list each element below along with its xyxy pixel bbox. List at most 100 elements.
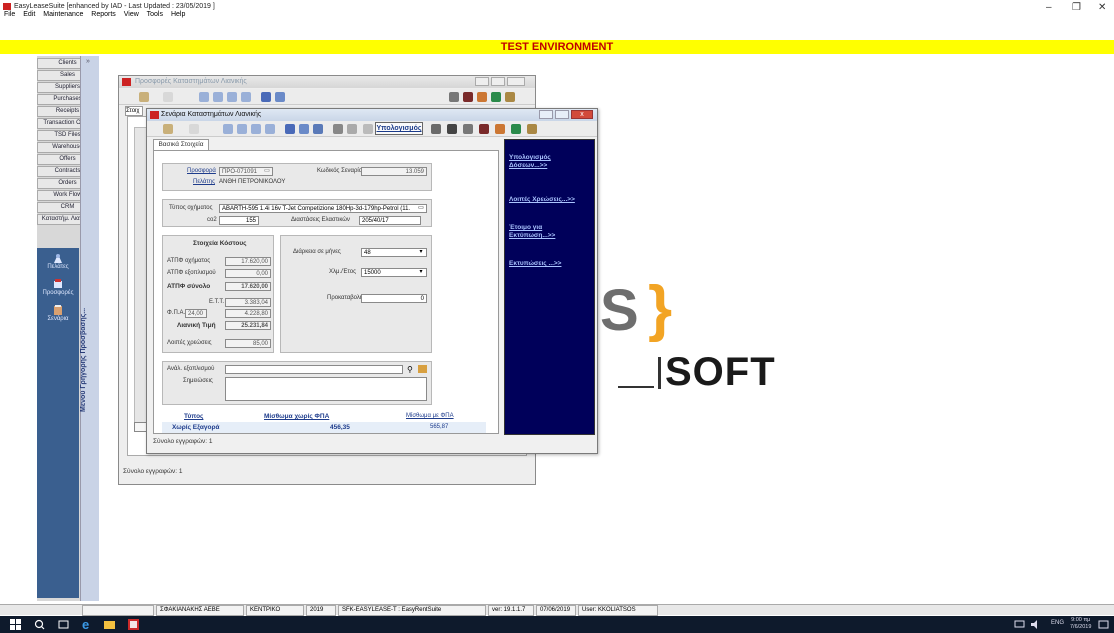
double-chevron-icon[interactable]: » (86, 58, 90, 65)
copy-icon[interactable] (313, 124, 323, 134)
network-icon[interactable] (1014, 619, 1025, 630)
save-icon[interactable] (261, 92, 271, 102)
vehicle-type-field[interactable]: ABARTH-595 1.4i 16v T-Jet Competizione 1… (219, 204, 427, 213)
close-icon[interactable]: x (571, 110, 593, 119)
col-type[interactable]: Τύπος (184, 413, 203, 420)
search-icon[interactable] (34, 619, 45, 630)
chevron-down-icon[interactable]: ▾ (417, 269, 425, 276)
new-icon[interactable] (163, 92, 173, 102)
equipment-price-field[interactable]: 0,00 (225, 269, 271, 278)
first-icon[interactable] (223, 124, 233, 134)
client-label[interactable]: Πελάτης (193, 179, 215, 185)
prev-icon[interactable] (237, 124, 247, 134)
chevron-down-icon[interactable]: ▾ (417, 249, 425, 256)
shortcut-scenarios[interactable]: Σενάρια (37, 304, 79, 322)
table-row[interactable]: Χωρίς Εξαγορά 456,35 565,87 (162, 422, 486, 433)
menu-file[interactable]: File (4, 11, 15, 18)
delete-icon[interactable] (479, 124, 489, 134)
next-icon[interactable] (227, 92, 237, 102)
print-icon[interactable] (463, 124, 473, 134)
notifications-icon[interactable] (1098, 619, 1109, 630)
task-view-icon[interactable] (58, 619, 69, 630)
retail-price-field[interactable]: 25.231,84 (225, 321, 271, 330)
grid-icon[interactable] (333, 124, 343, 134)
menu-reports[interactable]: Reports (91, 11, 116, 18)
last-icon[interactable] (241, 92, 251, 102)
offers-tab[interactable]: Στοιχ (125, 106, 143, 116)
minimize-icon[interactable]: – (1046, 2, 1052, 13)
offer-label[interactable]: Προσφορά (187, 168, 216, 174)
duration-select[interactable]: 48 ▾ (361, 248, 427, 257)
minimize-icon[interactable] (539, 110, 553, 119)
edit-icon[interactable] (299, 124, 309, 134)
km-per-year-select[interactable]: 15000 ▾ (361, 268, 427, 277)
menu-edit[interactable]: Edit (23, 11, 35, 18)
tools-icon[interactable] (505, 92, 515, 102)
file-explorer-icon[interactable] (104, 619, 115, 630)
save-icon[interactable] (285, 124, 295, 134)
vat-field[interactable]: 4.228,80 (225, 309, 271, 318)
tire-size-field[interactable]: 205/40/17 (359, 216, 421, 225)
offers-window-titlebar[interactable]: Προσφορές Καταστημάτων Λιανικής (119, 76, 535, 88)
offer-field[interactable]: ΠΡΟ-071091 ▭ (219, 167, 273, 176)
scenarios-window-titlebar[interactable]: Σενάρια Καταστημάτων Λιανικής x (147, 109, 597, 121)
restore-icon[interactable] (555, 110, 569, 119)
close-icon[interactable]: ✕ (1098, 2, 1106, 13)
pen-icon[interactable] (163, 124, 173, 134)
folder-icon[interactable] (418, 365, 427, 373)
vat-rate-field[interactable]: 24,00 (185, 309, 207, 318)
menu-help[interactable]: Help (171, 11, 185, 18)
windows-start-icon[interactable] (10, 619, 21, 630)
undo-icon[interactable] (347, 124, 357, 134)
link-installments[interactable]: Υπολογισμός Δόσεων...>> (509, 154, 581, 170)
menu-tools[interactable]: Tools (147, 11, 163, 18)
search-icon[interactable]: ⚲ (407, 365, 413, 374)
link-prints[interactable]: Εκτυπώσεις ...>> (509, 260, 589, 268)
language-indicator[interactable]: ENG (1051, 620, 1064, 626)
restore-icon[interactable]: ❐ (1072, 2, 1081, 13)
ett-field[interactable]: 3.383,04 (225, 298, 271, 307)
shortcut-clients[interactable]: Πελάτες (37, 252, 79, 270)
col-rent-with-vat[interactable]: Μίσθωμα με ΦΠΑ (406, 413, 454, 419)
report-icon[interactable] (431, 124, 441, 134)
link-other-charges[interactable]: Λοιπές Χρεώσεις...>> (509, 196, 593, 204)
next-icon[interactable] (251, 124, 261, 134)
vehicle-price-field[interactable]: 17.620,00 (225, 257, 271, 266)
edge-icon[interactable]: e (82, 618, 93, 631)
calculate-button[interactable]: Υπολογισμός (375, 122, 423, 135)
export-icon[interactable] (477, 92, 487, 102)
volume-icon[interactable] (1030, 619, 1041, 630)
tools-icon[interactable] (527, 124, 537, 134)
scenario-code-field[interactable]: 13.059 (361, 167, 427, 176)
new-icon[interactable] (189, 124, 199, 134)
edit-icon[interactable] (275, 92, 285, 102)
advance-field[interactable]: 0 (361, 294, 427, 303)
delete-icon[interactable] (463, 92, 473, 102)
restore-icon[interactable] (491, 77, 505, 86)
last-icon[interactable] (265, 124, 275, 134)
clock[interactable]: 9:00 πμ 7/6/2019 (1070, 617, 1091, 631)
equipment-desc-field[interactable] (225, 365, 403, 374)
calc-icon[interactable] (363, 124, 373, 134)
link-ready-to-print[interactable]: Έτοιμο για Εκτύπωση...>> (509, 224, 569, 240)
shortcut-offers[interactable]: Προσφορές (37, 278, 79, 296)
export-icon[interactable] (495, 124, 505, 134)
refresh-icon[interactable] (491, 92, 501, 102)
pen-icon[interactable] (139, 92, 149, 102)
other-costs-field[interactable]: 85,00 (225, 339, 271, 348)
easylease-app-icon[interactable] (128, 619, 139, 630)
col-rent-no-vat[interactable]: Μίσθωμα χωρίς ΦΠΑ (264, 413, 329, 420)
lookup-icon[interactable]: ▭ (417, 205, 425, 212)
first-icon[interactable] (199, 92, 209, 102)
close-icon[interactable] (507, 77, 525, 86)
filter-icon[interactable] (447, 124, 457, 134)
notes-field[interactable] (225, 377, 427, 401)
lookup-icon[interactable]: ▭ (263, 168, 271, 175)
prev-icon[interactable] (213, 92, 223, 102)
co2-field[interactable]: 155 (219, 216, 259, 225)
print-icon[interactable] (449, 92, 459, 102)
tab-basic-info[interactable]: Βασικά Στοιχεία (153, 139, 209, 150)
menu-maintenance[interactable]: Maintenance (43, 11, 83, 18)
minimize-icon[interactable] (475, 77, 489, 86)
refresh-icon[interactable] (511, 124, 521, 134)
